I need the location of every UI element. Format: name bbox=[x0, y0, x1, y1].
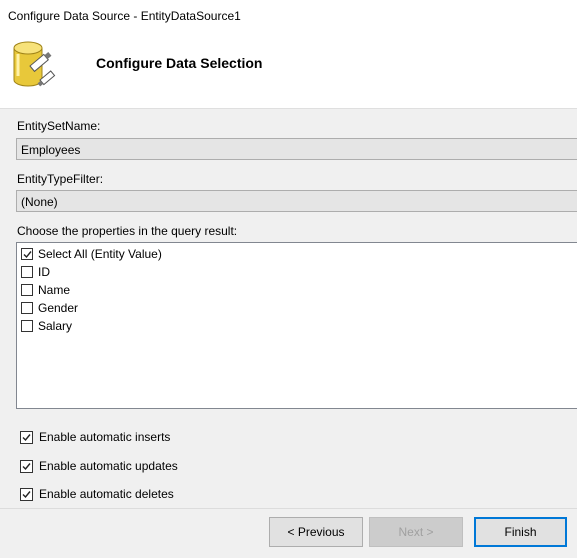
list-item-label: Salary bbox=[38, 319, 73, 333]
checkbox-icon[interactable] bbox=[20, 431, 33, 444]
checkbox-icon[interactable] bbox=[20, 488, 33, 501]
properties-label: Choose the properties in the query resul… bbox=[17, 224, 238, 238]
previous-button[interactable]: < Previous bbox=[269, 517, 363, 547]
option-label: Enable automatic inserts bbox=[39, 430, 171, 444]
checkbox-icon[interactable] bbox=[20, 460, 33, 473]
next-button[interactable]: Next > bbox=[369, 517, 463, 547]
window-title: Configure Data Source - EntityDataSource… bbox=[8, 9, 241, 23]
entity-type-label: EntityTypeFilter: bbox=[17, 172, 104, 186]
entity-set-value: Employees bbox=[21, 143, 81, 157]
button-bar: < Previous Next > Finish bbox=[0, 508, 577, 558]
option-label: Enable automatic deletes bbox=[39, 487, 174, 501]
entity-type-dropdown[interactable]: (None) bbox=[16, 190, 577, 212]
list-item-label: Select All (Entity Value) bbox=[38, 247, 162, 261]
database-icon bbox=[13, 41, 56, 87]
option-label: Enable automatic updates bbox=[39, 459, 178, 473]
finish-button[interactable]: Finish bbox=[474, 517, 567, 547]
list-item-label: Gender bbox=[38, 301, 79, 315]
checkbox-icon[interactable] bbox=[21, 284, 33, 296]
entity-type-value: (None) bbox=[21, 195, 58, 209]
checkbox-icon[interactable] bbox=[21, 302, 33, 314]
page-heading: Configure Data Selection bbox=[96, 55, 263, 71]
checkbox-icon[interactable] bbox=[21, 266, 33, 278]
title-bar: Configure Data Source - EntityDataSource… bbox=[0, 0, 577, 32]
list-item-label: ID bbox=[38, 265, 50, 279]
list-item-label: Name bbox=[38, 283, 71, 297]
checkbox-icon[interactable] bbox=[21, 320, 33, 332]
entity-set-dropdown[interactable]: Employees bbox=[16, 138, 577, 160]
checkbox-icon[interactable] bbox=[21, 248, 33, 260]
entity-set-label: EntitySetName: bbox=[17, 119, 101, 133]
wizard-header: Configure Data Selection bbox=[0, 32, 577, 109]
properties-list[interactable]: Select All (Entity Value) ID Name Gender… bbox=[16, 242, 577, 409]
